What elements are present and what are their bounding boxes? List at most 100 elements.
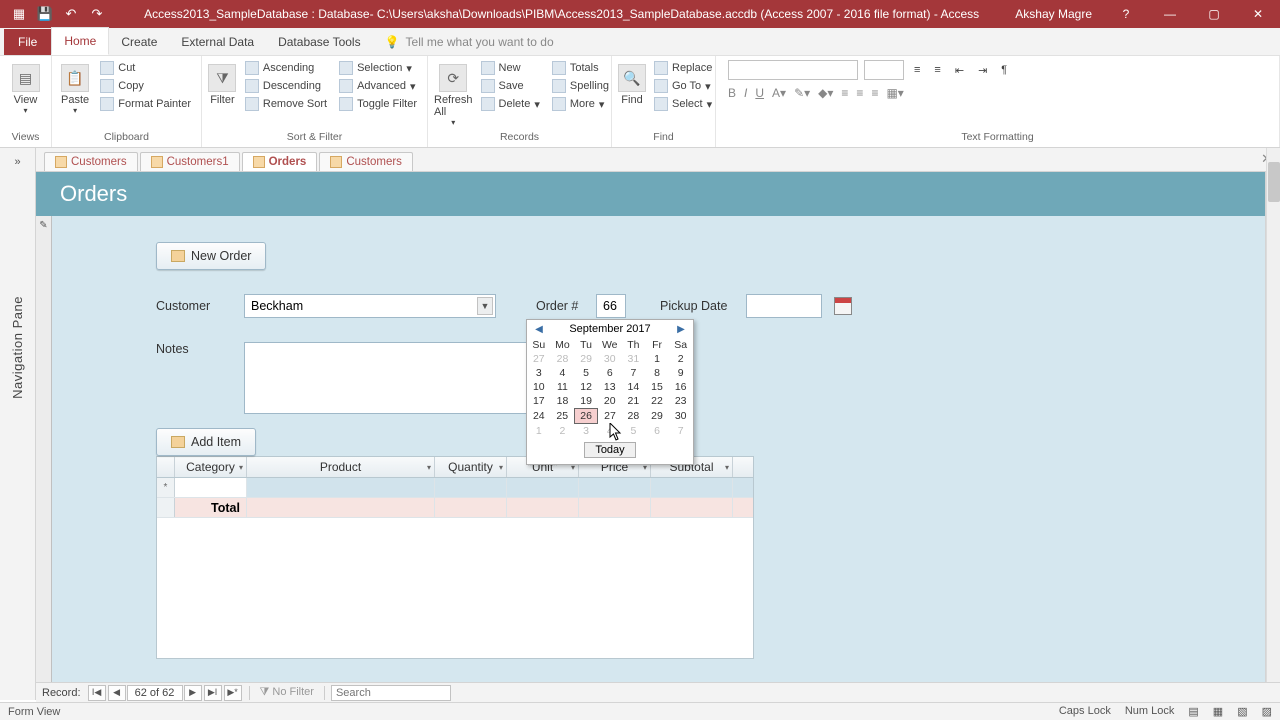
today-button[interactable]: Today — [584, 442, 635, 458]
more-button[interactable]: More ▾ — [548, 96, 613, 112]
prev-record-button[interactable]: ◀ — [108, 685, 126, 701]
next-record-button[interactable]: ▶ — [184, 685, 202, 701]
undo-qat-button[interactable]: ↶ — [60, 3, 82, 25]
col-category[interactable]: Category▾ — [175, 457, 247, 477]
indent-dec-button[interactable]: ⇤ — [951, 63, 968, 78]
help-button[interactable]: ? — [1104, 0, 1148, 28]
calendar-icon[interactable] — [834, 297, 852, 315]
gridlines-button[interactable]: ▦▾ — [886, 86, 903, 100]
format-painter-button[interactable]: Format Painter — [96, 96, 195, 112]
calendar-day[interactable]: 23 — [669, 394, 693, 409]
paste-button[interactable]: 📋Paste▾ — [58, 60, 92, 115]
calendar-day[interactable]: 4 — [598, 424, 622, 439]
chevron-down-icon[interactable]: ▼ — [477, 297, 493, 315]
find-button[interactable]: 🔍Find — [618, 60, 646, 106]
filter-button[interactable]: ⧩Filter — [208, 60, 237, 106]
new-order-button[interactable]: New Order — [156, 242, 266, 270]
calendar-day[interactable]: 17 — [527, 394, 551, 409]
calendar-day[interactable]: 16 — [669, 380, 693, 394]
tab-customers1[interactable]: Customers1 — [140, 152, 240, 171]
prev-month-button[interactable]: ◀ — [533, 324, 545, 335]
navigation-pane[interactable]: » Navigation Pane — [0, 148, 36, 700]
calendar-day[interactable]: 28 — [622, 409, 646, 424]
descending-button[interactable]: Descending — [241, 78, 331, 94]
font-size-combo[interactable] — [864, 60, 904, 80]
vertical-scrollbar[interactable] — [1266, 148, 1280, 682]
maximize-button[interactable]: ▢ — [1192, 0, 1236, 28]
calendar-day[interactable]: 6 — [598, 366, 622, 380]
goto-button[interactable]: Go To ▾ — [650, 78, 716, 94]
bold-button[interactable]: B — [728, 86, 736, 100]
indent-inc-button[interactable]: ⇥ — [974, 63, 991, 78]
calendar-day[interactable]: 20 — [598, 394, 622, 409]
calendar-day[interactable]: 30 — [598, 352, 622, 366]
save-qat-button[interactable]: 💾 — [34, 3, 56, 25]
col-quantity[interactable]: Quantity▾ — [435, 457, 507, 477]
calendar-day[interactable]: 10 — [527, 380, 551, 394]
calendar-day[interactable]: 30 — [669, 409, 693, 424]
align-right-button[interactable]: ≡ — [871, 86, 878, 100]
italic-button[interactable]: I — [744, 86, 747, 100]
calendar-day[interactable]: 6 — [645, 424, 669, 439]
calendar-day[interactable]: 7 — [622, 366, 646, 380]
calendar-day[interactable]: 4 — [551, 366, 575, 380]
redo-qat-button[interactable]: ↷ — [86, 3, 108, 25]
tab-database-tools[interactable]: Database Tools — [266, 29, 373, 55]
calendar-day[interactable]: 8 — [645, 366, 669, 380]
calendar-day[interactable]: 11 — [551, 380, 575, 394]
delete-record-button[interactable]: Delete ▾ — [477, 96, 544, 112]
calendar-day[interactable]: 14 — [622, 380, 646, 394]
calendar-day[interactable]: 13 — [598, 380, 622, 394]
calendar-day[interactable]: 29 — [645, 409, 669, 424]
calendar-day[interactable]: 2 — [551, 424, 575, 439]
view-shortcut-layout[interactable]: ▧ — [1237, 705, 1247, 718]
calendar-day[interactable]: 15 — [645, 380, 669, 394]
calendar-day[interactable]: 2 — [669, 352, 693, 366]
replace-button[interactable]: Replace — [650, 60, 716, 76]
minimize-button[interactable]: — — [1148, 0, 1192, 28]
numbering-button[interactable]: ≡ — [930, 63, 944, 77]
select-button[interactable]: Select ▾ — [650, 96, 716, 112]
ascending-button[interactable]: Ascending — [241, 60, 331, 76]
calendar-day[interactable]: 3 — [574, 424, 598, 439]
customer-combo[interactable]: Beckham▼ — [244, 294, 496, 318]
calendar-day[interactable]: 5 — [622, 424, 646, 439]
add-item-button[interactable]: Add Item — [156, 428, 256, 456]
view-shortcut-datasheet[interactable]: ▦ — [1213, 705, 1223, 718]
calendar-day[interactable]: 31 — [622, 352, 646, 366]
calendar-day[interactable]: 3 — [527, 366, 551, 380]
advanced-button[interactable]: Advanced ▾ — [335, 78, 421, 94]
expand-navpane-button[interactable]: » — [14, 148, 20, 176]
user-name[interactable]: Akshay Magre — [1015, 7, 1104, 21]
tab-customers-2[interactable]: Customers — [319, 152, 413, 171]
toggle-filter-button[interactable]: Toggle Filter — [335, 96, 421, 112]
calendar-day[interactable]: 1 — [645, 352, 669, 366]
new-record-button[interactable]: New — [477, 60, 544, 76]
last-record-button[interactable]: ▶I — [204, 685, 222, 701]
pickup-date-field[interactable] — [746, 294, 822, 318]
calendar-day[interactable]: 18 — [551, 394, 575, 409]
tab-file[interactable]: File — [4, 29, 51, 55]
view-shortcut-form[interactable]: ▤ — [1188, 705, 1198, 718]
close-button[interactable]: ✕ — [1236, 0, 1280, 28]
calendar-day[interactable]: 27 — [527, 352, 551, 366]
first-record-button[interactable]: I◀ — [88, 685, 106, 701]
calendar-day[interactable]: 1 — [527, 424, 551, 439]
tab-customers[interactable]: Customers — [44, 152, 138, 171]
filter-indicator[interactable]: ⧩ No Filter — [256, 686, 318, 699]
save-record-button[interactable]: Save — [477, 78, 544, 94]
calendar-day[interactable]: 19 — [574, 394, 598, 409]
new-record-nav-button[interactable]: ▶* — [224, 685, 242, 701]
row-header[interactable] — [157, 457, 175, 477]
tab-external-data[interactable]: External Data — [169, 29, 266, 55]
calendar-day[interactable]: 27 — [598, 409, 622, 424]
calendar-day[interactable]: 29 — [574, 352, 598, 366]
tab-create[interactable]: Create — [109, 29, 169, 55]
calendar-day[interactable]: 9 — [669, 366, 693, 380]
record-position[interactable]: 62 of 62 — [127, 685, 183, 701]
font-name-combo[interactable] — [728, 60, 858, 80]
scrollbar-thumb[interactable] — [1268, 162, 1280, 202]
copy-button[interactable]: Copy — [96, 78, 195, 94]
cut-button[interactable]: Cut — [96, 60, 195, 76]
calendar-day[interactable]: 22 — [645, 394, 669, 409]
